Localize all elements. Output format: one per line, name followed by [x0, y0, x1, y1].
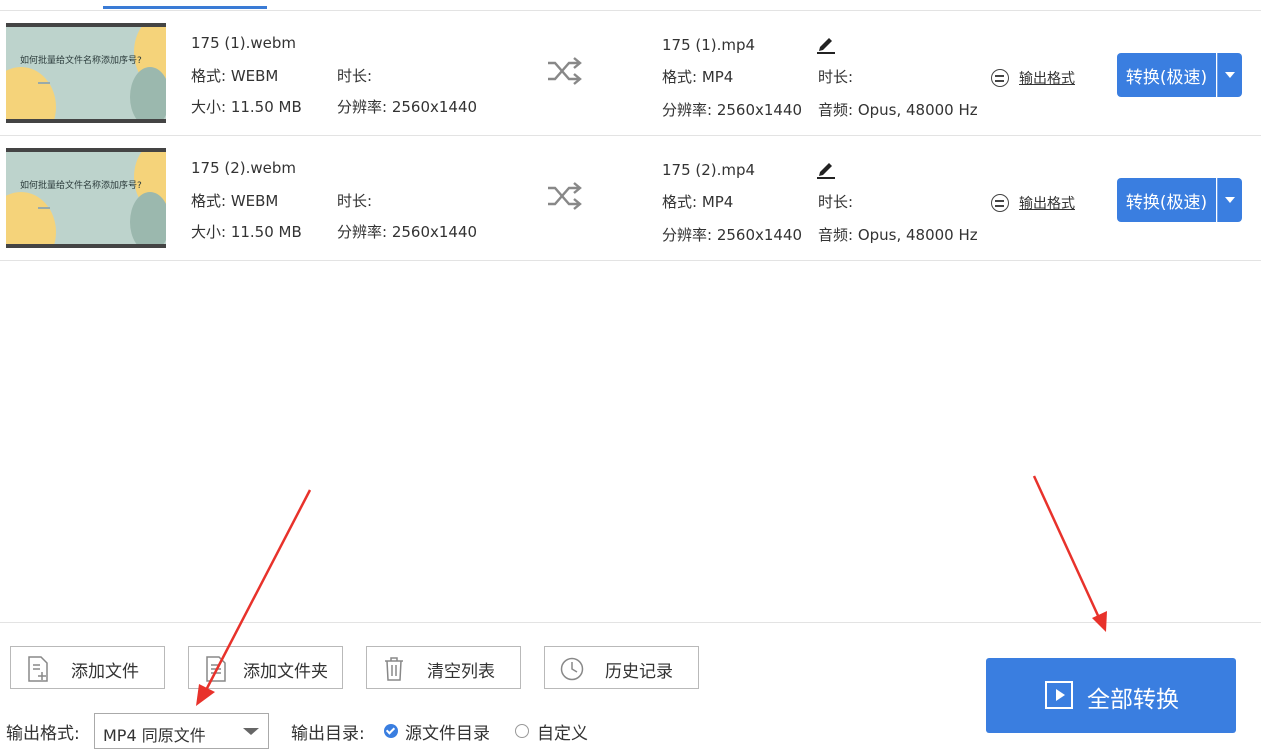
format-settings-icon	[991, 69, 1009, 87]
custom-dir-label[interactable]: 自定义	[537, 719, 588, 744]
output-format-link-label: 输出格式	[1019, 196, 1075, 212]
clear-list-label: 清空列表	[427, 662, 495, 682]
add-file-icon	[28, 656, 48, 682]
file-row: 如何批量给文件名称添加序号? 175 (2).webm 格式: WEBM 时长:…	[0, 136, 1261, 261]
source-duration: 时长:	[337, 192, 373, 210]
clock-icon	[560, 657, 584, 681]
shuffle-icon	[548, 182, 582, 210]
output-dir-label: 输出目录:	[291, 724, 365, 744]
add-file-button[interactable]: 添加文件	[10, 646, 165, 689]
convert-all-label: 全部转换	[1087, 687, 1179, 713]
output-resolution: 分辨率: 2560x1440	[662, 101, 803, 119]
clear-list-button[interactable]: 清空列表	[366, 646, 521, 689]
add-folder-label: 添加文件夹	[243, 662, 328, 682]
add-folder-icon	[206, 656, 226, 682]
output-duration: 时长:	[818, 193, 854, 211]
annotation-arrow-convert	[1032, 475, 1102, 621]
edit-icon[interactable]	[817, 34, 835, 54]
source-dir-radio[interactable]	[384, 724, 398, 738]
play-icon	[1045, 681, 1073, 709]
source-file-name: 175 (1).webm	[191, 34, 297, 52]
format-settings-icon	[991, 194, 1009, 212]
add-file-label: 添加文件	[71, 662, 139, 682]
convert-fast-button[interactable]: 转换(极速)	[1117, 178, 1216, 222]
active-tab-indicator	[103, 6, 267, 9]
convert-options-dropdown[interactable]	[1217, 53, 1242, 97]
thumbnail-title: 如何批量给文件名称添加序号?	[20, 181, 142, 191]
source-duration: 时长:	[337, 67, 373, 85]
file-row: 如何批量给文件名称添加序号? 175 (1).webm 格式: WEBM 时长:…	[0, 11, 1261, 136]
output-duration: 时长:	[818, 68, 854, 86]
output-resolution: 分辨率: 2560x1440	[662, 226, 803, 244]
output-format-link-label: 输出格式	[1019, 71, 1075, 87]
add-folder-button[interactable]: 添加文件夹	[188, 646, 343, 689]
output-file-name: 175 (2).mp4	[662, 161, 756, 179]
output-audio: 音频: Opus, 48000 Hz	[818, 226, 978, 244]
history-label: 历史记录	[605, 662, 673, 682]
output-file-name: 175 (1).mp4	[662, 36, 756, 54]
thumbnail-title: 如何批量给文件名称添加序号?	[20, 56, 142, 66]
output-format-label: 输出格式:	[6, 724, 80, 744]
output-format-link[interactable]: 输出格式	[991, 192, 1075, 214]
video-thumbnail: 如何批量给文件名称添加序号?	[6, 23, 166, 123]
source-format: 格式: WEBM	[191, 67, 279, 85]
source-size: 大小: 11.50 MB	[191, 223, 302, 241]
custom-dir-radio[interactable]	[515, 724, 529, 738]
source-size: 大小: 11.50 MB	[191, 98, 302, 116]
convert-fast-button[interactable]: 转换(极速)	[1117, 53, 1216, 97]
output-format: 格式: MP4	[662, 68, 734, 86]
source-format: 格式: WEBM	[191, 192, 279, 210]
source-resolution: 分辨率: 2560x1440	[337, 223, 478, 241]
chevron-down-icon	[243, 728, 259, 735]
output-audio: 音频: Opus, 48000 Hz	[818, 101, 978, 119]
edit-icon[interactable]	[817, 159, 835, 179]
source-resolution: 分辨率: 2560x1440	[337, 98, 478, 116]
output-format-link[interactable]: 输出格式	[991, 67, 1075, 89]
source-dir-label[interactable]: 源文件目录	[405, 719, 490, 744]
source-file-name: 175 (2).webm	[191, 159, 297, 177]
convert-options-dropdown[interactable]	[1217, 178, 1242, 222]
trash-icon	[385, 657, 403, 681]
output-format-value: MP4 同原文件	[103, 726, 206, 745]
history-button[interactable]: 历史记录	[544, 646, 699, 689]
video-thumbnail: 如何批量给文件名称添加序号?	[6, 148, 166, 248]
bottom-divider	[0, 622, 1261, 623]
shuffle-icon	[548, 57, 582, 85]
output-format-select[interactable]: MP4 同原文件	[94, 713, 269, 749]
convert-all-button[interactable]: 全部转换	[986, 658, 1236, 733]
output-format: 格式: MP4	[662, 193, 734, 211]
